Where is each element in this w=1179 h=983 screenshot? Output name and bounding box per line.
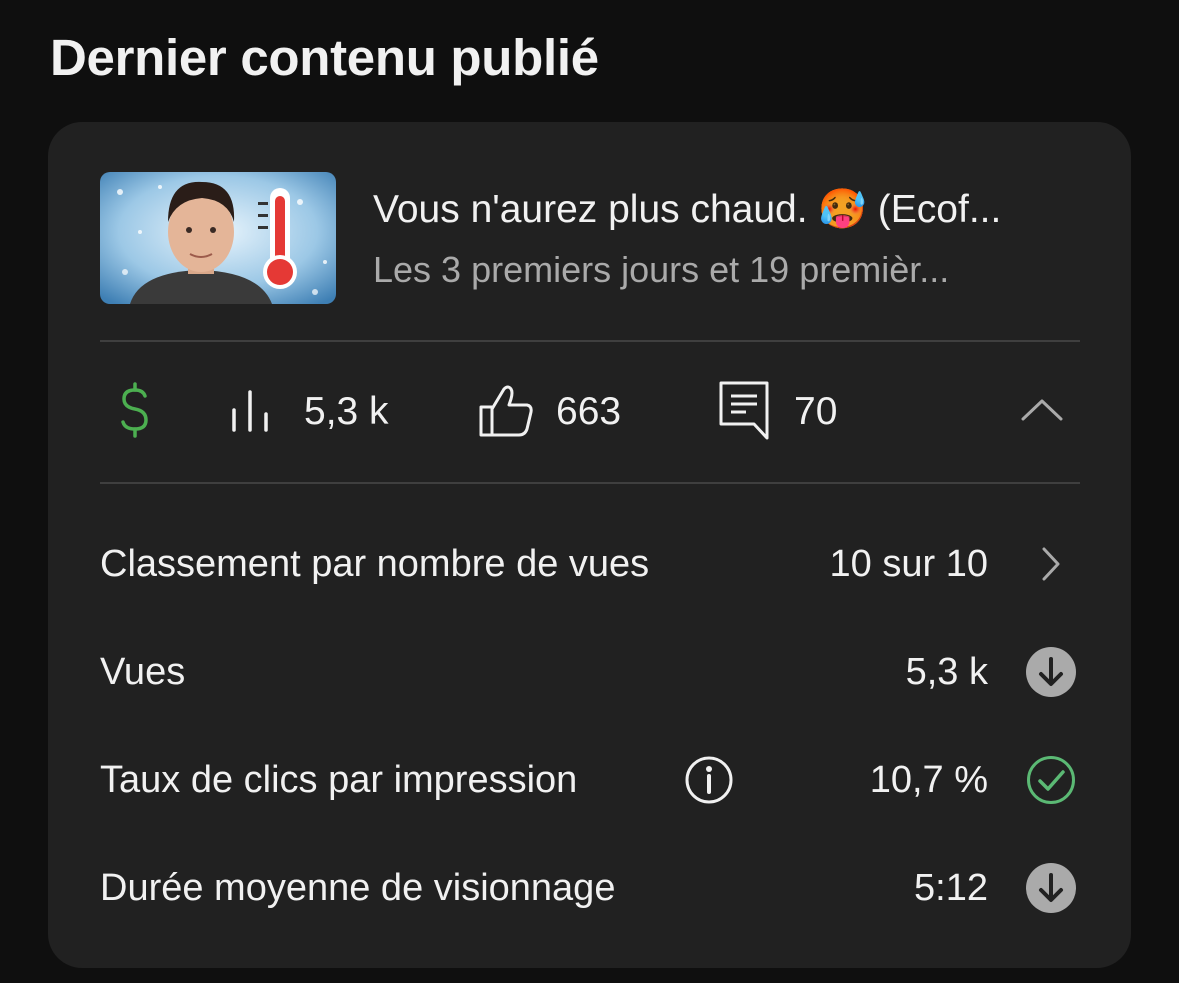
metric-label: Taux de clics par impression [100, 759, 578, 801]
views-count: 5,3 k [304, 390, 389, 433]
bar-chart-icon [228, 388, 276, 437]
info-icon[interactable] [684, 755, 734, 805]
comment-icon [718, 380, 770, 445]
check-circle-icon [1026, 755, 1076, 805]
metric-row-ctr: Taux de clics par impression 10,7 % [100, 750, 1080, 810]
views-stat[interactable]: 5,3 k [228, 342, 389, 482]
latest-content-card[interactable]: Vous n'aurez plus chaud. 🥵 (Ecof... Les … [48, 122, 1131, 968]
video-item[interactable]: Vous n'aurez plus chaud. 🥵 (Ecof... Les … [100, 172, 1080, 304]
metric-label: Durée moyenne de visionnage [100, 867, 616, 909]
comments-stat[interactable]: 70 [718, 342, 837, 482]
page-title: Dernier contenu publié [50, 29, 599, 86]
metric-value: 5:12 [914, 867, 988, 909]
metric-label: Vues [100, 651, 186, 693]
metric-row-views: Vues 5,3 k [100, 642, 1080, 702]
arrow-down-circle-icon [1026, 647, 1076, 697]
arrow-down-circle-icon [1026, 863, 1076, 913]
likes-stat[interactable]: 663 [478, 342, 621, 482]
metric-row-ranking[interactable]: Classement par nombre de vues 10 sur 10 [100, 534, 1080, 594]
metric-label: Classement par nombre de vues [100, 543, 650, 585]
chevron-right-icon[interactable] [1026, 539, 1076, 589]
likes-count: 663 [556, 390, 622, 433]
chevron-up-icon [1020, 398, 1064, 427]
stats-row: 5,3 k 663 70 [100, 342, 1080, 482]
divider [100, 482, 1080, 484]
video-thumbnail[interactable] [100, 172, 336, 304]
comments-count: 70 [794, 390, 838, 433]
thumbs-up-icon [478, 383, 534, 442]
metric-row-watch-time: Durée moyenne de visionnage 5:12 [100, 858, 1080, 918]
monetization-button[interactable] [114, 342, 156, 482]
dollar-icon [114, 381, 156, 443]
metric-value: 10,7 % [869, 759, 988, 801]
video-subtitle: Les 3 premiers jours et 19 premièr... [373, 249, 950, 290]
video-title[interactable]: Vous n'aurez plus chaud. 🥵 (Ecof... [373, 186, 1093, 232]
metric-value: 10 sur 10 [829, 543, 988, 585]
metric-value: 5,3 k [905, 651, 988, 693]
collapse-button[interactable] [1020, 342, 1064, 482]
